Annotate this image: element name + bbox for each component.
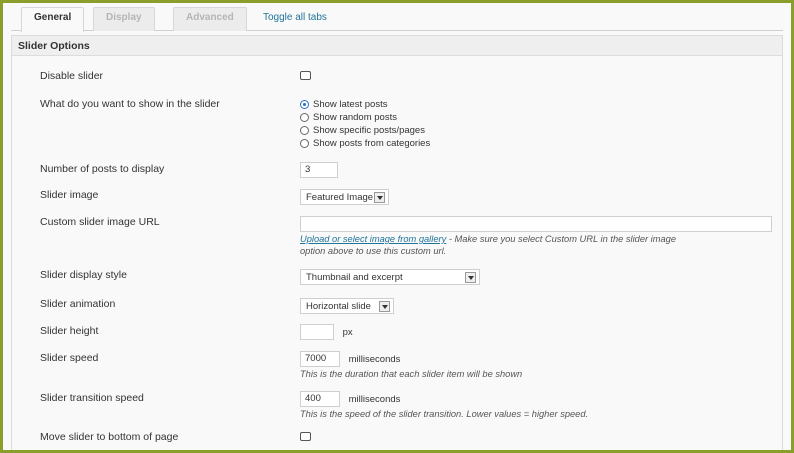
- height-input[interactable]: [300, 324, 334, 340]
- height-unit: px: [342, 326, 353, 338]
- transition-speed-input[interactable]: 400: [300, 391, 340, 407]
- num-posts-input[interactable]: 3: [300, 162, 338, 178]
- num-posts-label: Number of posts to display: [40, 163, 165, 175]
- disable-slider-checkbox[interactable]: [300, 71, 311, 80]
- move-bottom-label: Move slider to bottom of page: [40, 431, 179, 443]
- slider-image-label: Slider image: [40, 189, 99, 201]
- animation-label: Slider animation: [40, 298, 116, 310]
- radio-icon[interactable]: [300, 139, 309, 148]
- radio-option-specific[interactable]: Show specific posts/pages: [300, 124, 430, 137]
- move-bottom-checkbox[interactable]: [300, 432, 311, 441]
- radio-option-categories[interactable]: Show posts from categories: [300, 137, 430, 150]
- transition-speed-unit: milliseconds: [348, 393, 401, 405]
- chevron-down-icon[interactable]: [374, 191, 385, 203]
- radio-option-random[interactable]: Show random posts: [300, 111, 430, 124]
- tab-display[interactable]: Display: [93, 7, 155, 31]
- chevron-down-icon[interactable]: [465, 271, 476, 283]
- radio-label: Show latest posts: [313, 99, 388, 110]
- select-value: Horizontal slide: [306, 300, 371, 312]
- speed-help: This is the duration that each slider it…: [300, 369, 523, 379]
- disable-slider-label: Disable slider: [40, 70, 104, 82]
- help-text: - Make sure you select Custom URL in the…: [446, 234, 676, 244]
- chevron-down-icon[interactable]: [379, 300, 390, 312]
- radio-label: Show random posts: [313, 112, 397, 123]
- slider-image-select[interactable]: Featured Image: [300, 189, 389, 205]
- radio-icon[interactable]: [300, 113, 309, 122]
- radio-label: Show specific posts/pages: [313, 125, 425, 136]
- radio-icon[interactable]: [300, 126, 309, 135]
- section-title: Slider Options: [12, 36, 782, 56]
- radio-label: Show posts from categories: [313, 138, 431, 149]
- slider-options-section: Slider Options Disable slider What do yo…: [11, 35, 783, 450]
- custom-url-input[interactable]: [300, 216, 772, 232]
- select-value: Thumbnail and excerpt: [306, 271, 403, 283]
- show-in-slider-radio-group: Show latest posts Show random posts Show…: [300, 98, 430, 150]
- settings-panel: General Display Advanced Toggle all tabs…: [0, 0, 794, 453]
- custom-url-help: Upload or select image from gallery - Ma…: [300, 233, 772, 257]
- show-in-slider-label: What do you want to show in the slider: [40, 98, 220, 110]
- select-value: Featured Image: [306, 191, 374, 203]
- transition-speed-help: This is the speed of the slider transiti…: [300, 409, 589, 419]
- display-style-label: Slider display style: [40, 269, 127, 281]
- speed-label: Slider speed: [40, 352, 99, 364]
- help-text-line2: option above to use this custom url.: [300, 246, 447, 256]
- tab-bar: General Display Advanced Toggle all tabs: [11, 7, 783, 32]
- tab-general[interactable]: General: [21, 7, 85, 32]
- speed-input[interactable]: 7000: [300, 351, 340, 367]
- transition-speed-label: Slider transition speed: [40, 392, 144, 404]
- tab-advanced[interactable]: Advanced: [173, 7, 247, 31]
- radio-selected-icon[interactable]: [300, 100, 309, 109]
- toggle-all-tabs-link[interactable]: Toggle all tabs: [263, 12, 327, 23]
- speed-unit: milliseconds: [348, 353, 401, 365]
- animation-select[interactable]: Horizontal slide: [300, 298, 394, 314]
- custom-url-label: Custom slider image URL: [40, 216, 160, 228]
- radio-option-latest[interactable]: Show latest posts: [300, 98, 430, 111]
- height-label: Slider height: [40, 325, 99, 337]
- upload-image-link[interactable]: Upload or select image from gallery: [300, 234, 446, 244]
- display-style-select[interactable]: Thumbnail and excerpt: [300, 269, 480, 285]
